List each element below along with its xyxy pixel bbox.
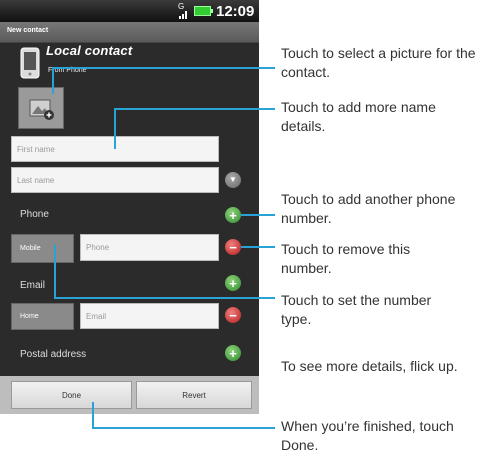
add-phone-button[interactable]: + <box>225 207 241 223</box>
done-button[interactable]: Done <box>11 381 132 409</box>
expand-name-button[interactable]: ▼ <box>225 172 241 188</box>
email-type-button[interactable]: Home <box>11 303 74 330</box>
first-name-field[interactable]: First name <box>11 136 219 162</box>
account-subtitle: From Phone <box>48 67 87 74</box>
bottom-button-bar: Done Revert <box>0 376 259 414</box>
postal-section-label: Postal address <box>20 349 87 360</box>
last-name-field[interactable]: Last name <box>11 167 219 193</box>
clock: 12:09 <box>216 3 255 20</box>
callout-finished: When you’re finished, touch Done. <box>281 417 461 455</box>
phone-icon <box>20 47 40 79</box>
phone-screen: G 12:09 New contact Local contact From P… <box>0 0 259 414</box>
battery-icon <box>194 6 213 16</box>
callout-more-details: To see more details, flick up. <box>281 358 458 374</box>
callout-set-type: Touch to set the number type. <box>281 292 432 327</box>
status-bar: G 12:09 <box>0 0 259 22</box>
callout-finished-text: When you’re finished, touch <box>281 418 454 434</box>
signal-icon <box>179 10 188 19</box>
remove-phone-button[interactable]: − <box>225 239 241 255</box>
add-postal-button[interactable]: + <box>225 345 241 361</box>
add-email-button[interactable]: + <box>225 275 241 291</box>
revert-button[interactable]: Revert <box>136 381 252 409</box>
callout-name-details: Touch to add more name details. <box>281 99 436 134</box>
remove-email-button[interactable]: − <box>225 307 241 323</box>
phone-type-button[interactable]: Mobile <box>11 234 74 263</box>
account-title: Local contact <box>46 43 133 58</box>
title-bar: New contact <box>0 22 259 43</box>
callout-add-phone: Touch to add another phone number. <box>281 191 456 226</box>
callout-remove: Touch to remove this number. <box>281 241 411 276</box>
contact-photo-button[interactable] <box>18 87 64 129</box>
screen-title: New contact <box>7 27 49 34</box>
phone-field[interactable]: Phone <box>80 234 219 261</box>
add-picture-icon <box>29 99 54 120</box>
phone-section-label: Phone <box>20 209 49 220</box>
callout-picture: Touch to select a picture for the contac… <box>281 45 476 80</box>
email-section-label: Email <box>20 280 46 291</box>
email-field[interactable]: Email <box>80 303 219 329</box>
